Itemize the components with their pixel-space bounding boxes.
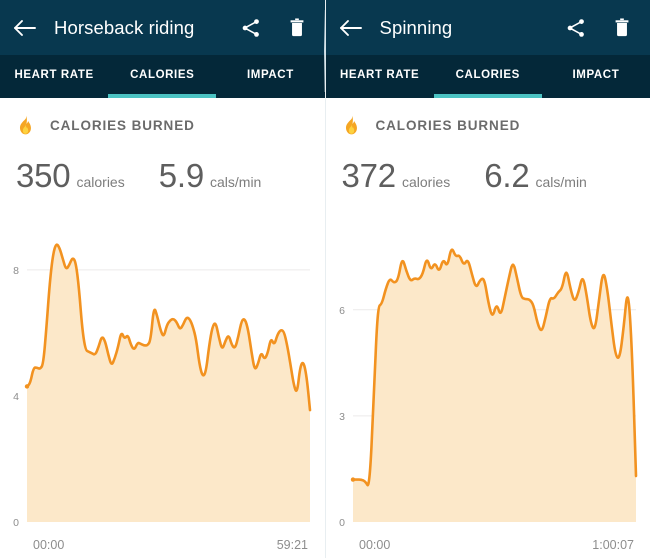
- appbar-actions: [564, 16, 634, 40]
- chart-area-fill: [27, 244, 310, 522]
- appbar-actions: [239, 16, 309, 40]
- stat-unit: calories: [401, 174, 451, 190]
- tab-label: IMPACT: [247, 68, 294, 81]
- tab-calories[interactable]: CALORIES: [433, 55, 543, 98]
- stat-value: 372: [341, 157, 397, 194]
- tabbar: HEART RATE CALORIES IMPACT: [325, 55, 650, 98]
- arrow-left-icon: [339, 19, 362, 36]
- dual-screenshot-container: Horseback riding HEART RATE CALORIES IMP…: [0, 0, 650, 558]
- tab-impact[interactable]: IMPACT: [542, 55, 650, 98]
- card-header: CALORIES BURNED: [326, 98, 650, 135]
- stat-unit: cals/min: [535, 174, 587, 190]
- tab-label: HEART RATE: [339, 68, 420, 81]
- stats-row: 372 calories 6.2 cals/min: [326, 135, 650, 195]
- card-header: CALORIES BURNED: [0, 98, 325, 135]
- trash-icon: [615, 17, 629, 36]
- share-icon: [242, 18, 259, 37]
- tab-heart-rate[interactable]: HEART RATE: [326, 55, 434, 98]
- stat-total-calories: 372 calories: [342, 157, 451, 195]
- appbar: Horseback riding: [0, 0, 325, 55]
- page-title: Spinning: [379, 16, 453, 38]
- calories-area-chart: 0 4 8 00:00 59:21: [13, 243, 312, 552]
- share-button[interactable]: [239, 16, 263, 40]
- tab-label: HEART RATE: [14, 68, 94, 81]
- calories-card: CALORIES BURNED 350 calories 5.9 cals/mi…: [0, 98, 325, 558]
- x-axis-start-label: 00:00: [33, 538, 64, 552]
- appbar: Spinning: [325, 0, 650, 55]
- y-axis-tick-label: 8: [13, 265, 19, 277]
- card-title: CALORIES BURNED: [375, 117, 521, 133]
- chart-start-point: [350, 477, 355, 482]
- x-axis-start-label: 00:00: [359, 538, 390, 552]
- share-icon: [567, 18, 584, 37]
- tab-label: CALORIES: [130, 68, 195, 81]
- y-axis-tick-label: 4: [13, 391, 19, 403]
- stats-row: 350 calories 5.9 cals/min: [0, 135, 325, 195]
- y-axis-tick-label: 3: [339, 411, 345, 423]
- calories-chart: 0 4 8 00:00 59:21: [0, 209, 325, 558]
- chart-start-point: [24, 384, 30, 389]
- tabbar: HEART RATE CALORIES IMPACT: [0, 55, 325, 98]
- stat-unit: calories: [76, 174, 125, 190]
- stat-calories-per-minute: 5.9 cals/min: [159, 157, 262, 195]
- calories-card: CALORIES BURNED 372 calories 6.2 cals/mi…: [325, 98, 650, 558]
- delete-button[interactable]: [610, 16, 634, 40]
- y-axis-tick-label: 6: [339, 305, 345, 317]
- stat-value: 6.2: [484, 157, 530, 194]
- share-button[interactable]: [564, 16, 588, 40]
- page-title: Horseback riding: [54, 16, 195, 38]
- tab-heart-rate[interactable]: HEART RATE: [0, 55, 108, 98]
- x-axis-end-label: 1:00:07: [592, 538, 634, 552]
- calories-chart: 0 3 6 00:00 1:00:07: [326, 209, 650, 558]
- back-button[interactable]: [338, 15, 364, 41]
- flame-icon: [345, 115, 357, 135]
- tab-label: IMPACT: [572, 68, 620, 81]
- trash-icon: [290, 17, 303, 36]
- panel-horseback: Horseback riding HEART RATE CALORIES IMP…: [0, 0, 325, 558]
- stat-calories-per-minute: 6.2 cals/min: [484, 157, 587, 195]
- panel-spinning: Spinning HEART RATE CALORIES IMPACT CALO…: [324, 0, 650, 558]
- arrow-left-icon: [14, 19, 36, 36]
- back-button[interactable]: [12, 15, 38, 41]
- calories-area-chart: 0 3 6 00:00 1:00:07: [339, 248, 637, 552]
- stat-total-calories: 350 calories: [16, 157, 125, 195]
- y-axis-tick-label: 0: [339, 517, 345, 529]
- stat-value: 350: [16, 157, 71, 194]
- card-title: CALORIES BURNED: [50, 117, 195, 133]
- tab-calories[interactable]: CALORIES: [108, 55, 217, 98]
- x-axis-end-label: 59:21: [277, 538, 308, 552]
- y-axis-tick-label: 0: [13, 517, 19, 529]
- delete-button[interactable]: [285, 16, 309, 40]
- tab-impact[interactable]: IMPACT: [216, 55, 324, 98]
- chart-area-fill: [352, 249, 636, 522]
- stat-unit: cals/min: [210, 174, 262, 190]
- tab-label: CALORIES: [455, 68, 520, 81]
- stat-value: 5.9: [158, 157, 204, 194]
- flame-icon: [19, 115, 31, 135]
